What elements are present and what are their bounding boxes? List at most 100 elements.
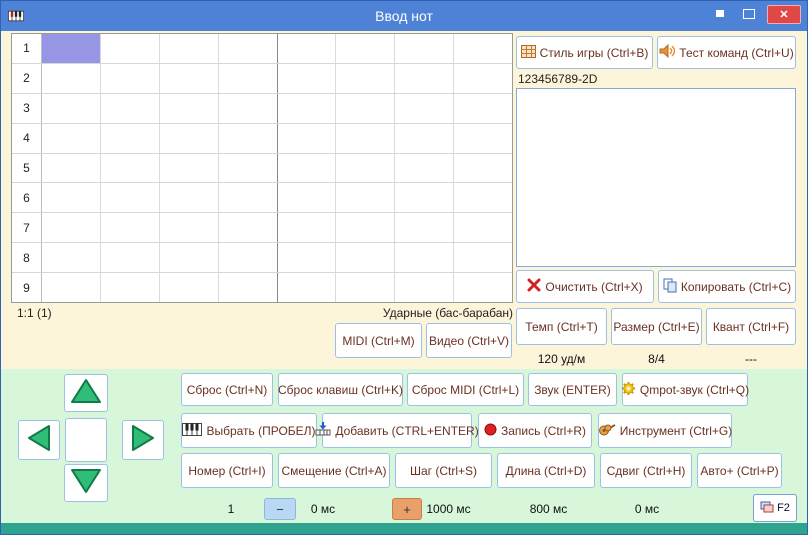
midi-button[interactable]: MIDI (Ctrl+M) — [335, 323, 422, 358]
reset-button[interactable]: Сброс (Ctrl+N) — [181, 373, 273, 406]
grid-cell[interactable] — [336, 93, 396, 123]
number-button[interactable]: Номер (Ctrl+I) — [181, 453, 273, 488]
meter-button[interactable]: Размер (Ctrl+E) — [611, 308, 702, 345]
arrow-left-button[interactable] — [18, 420, 60, 460]
grid-cell[interactable] — [42, 183, 101, 213]
instrument-button[interactable]: Инструмент (Ctrl+G) — [598, 413, 732, 448]
grid-cell[interactable] — [160, 123, 219, 153]
grid-cell[interactable] — [395, 63, 455, 93]
grid-cell[interactable] — [160, 34, 219, 63]
copy-button[interactable]: Копировать (Ctrl+C) — [658, 270, 796, 303]
grid-cell[interactable] — [160, 183, 219, 213]
tempo-button[interactable]: Темп (Ctrl+T) — [516, 308, 607, 345]
offset-button[interactable]: Смещение (Ctrl+A) — [278, 453, 390, 488]
minimize-button[interactable] — [709, 5, 731, 22]
grid-cell[interactable] — [219, 34, 278, 63]
grid-cell[interactable] — [219, 93, 278, 123]
grid-cell[interactable] — [454, 273, 512, 302]
grid-cell[interactable] — [278, 34, 337, 63]
reset-keys-button[interactable]: Сброс клавиш (Ctrl+K) — [278, 373, 403, 406]
close-button[interactable]: ✕ — [767, 5, 801, 24]
grid-cell[interactable] — [219, 243, 278, 273]
grid-cell[interactable] — [219, 153, 278, 183]
grid-cell[interactable] — [101, 34, 160, 63]
grid-cell[interactable] — [395, 93, 455, 123]
plus-button[interactable]: + — [392, 498, 422, 520]
grid-cell[interactable] — [454, 213, 512, 242]
grid-cell[interactable] — [336, 123, 396, 153]
grid-cell[interactable] — [42, 34, 101, 63]
nav-center-box[interactable] — [65, 418, 107, 462]
grid-cell[interactable] — [42, 243, 101, 273]
shift-button[interactable]: Сдвиг (Ctrl+H) — [600, 453, 692, 488]
clear-button[interactable]: Очистить (Ctrl+X) — [516, 270, 654, 303]
qmpot-sound-button[interactable]: Qmpot-звук (Ctrl+Q) — [621, 373, 749, 406]
grid-cell[interactable] — [336, 63, 396, 93]
grid-cell[interactable] — [454, 124, 512, 153]
grid-cell[interactable] — [42, 153, 101, 183]
grid-cell[interactable] — [160, 273, 219, 303]
arrow-up-button[interactable] — [64, 374, 108, 412]
record-button[interactable]: Запись (Ctrl+R) — [478, 413, 592, 448]
grid-cell[interactable] — [278, 93, 337, 123]
grid-cell[interactable] — [395, 183, 455, 213]
length-button[interactable]: Длина (Ctrl+D) — [497, 453, 595, 488]
grid-cell[interactable] — [219, 183, 278, 213]
grid-cell[interactable] — [278, 243, 337, 273]
grid-cell[interactable] — [278, 183, 337, 213]
grid-cell[interactable] — [395, 123, 455, 153]
grid-cell[interactable] — [395, 273, 455, 303]
grid-cell[interactable] — [219, 213, 278, 243]
grid-cell[interactable] — [219, 273, 278, 303]
grid-cell[interactable] — [101, 273, 160, 303]
quant-button[interactable]: Квант (Ctrl+F) — [706, 308, 796, 345]
video-button[interactable]: Видео (Ctrl+V) — [426, 323, 512, 358]
grid-cell[interactable] — [395, 34, 455, 63]
grid-cell[interactable] — [454, 64, 512, 93]
maximize-button[interactable] — [737, 5, 761, 22]
grid-cell[interactable] — [395, 243, 455, 273]
command-output-area[interactable] — [516, 88, 796, 267]
grid-cell[interactable] — [336, 273, 396, 303]
grid-cell[interactable] — [336, 183, 396, 213]
grid-cell[interactable] — [42, 213, 101, 243]
grid-cell[interactable] — [336, 243, 396, 273]
grid-cell[interactable] — [278, 273, 337, 303]
grid-cell[interactable] — [454, 183, 512, 212]
grid-cell[interactable] — [395, 213, 455, 243]
add-button[interactable]: Добавить (CTRL+ENTER) — [315, 413, 479, 448]
arrow-right-button[interactable] — [122, 420, 164, 460]
minus-button[interactable]: − — [264, 498, 296, 520]
grid-cell[interactable] — [336, 34, 396, 63]
grid-cell[interactable] — [278, 213, 337, 243]
grid-cell[interactable] — [42, 273, 101, 303]
grid-cell[interactable] — [454, 34, 512, 63]
grid-cell[interactable] — [160, 213, 219, 243]
grid-cell[interactable] — [42, 93, 101, 123]
grid-cell[interactable] — [101, 123, 160, 153]
grid-cell[interactable] — [160, 153, 219, 183]
grid-cell[interactable] — [160, 93, 219, 123]
note-grid[interactable]: 123456789 — [11, 33, 513, 303]
grid-cell[interactable] — [454, 154, 512, 183]
grid-cell[interactable] — [395, 153, 455, 183]
grid-cell[interactable] — [160, 243, 219, 273]
grid-cell[interactable] — [42, 123, 101, 153]
step-button[interactable]: Шаг (Ctrl+S) — [395, 453, 492, 488]
grid-cell[interactable] — [160, 63, 219, 93]
sound-button[interactable]: Звук (ENTER) — [528, 373, 617, 406]
grid-cell[interactable] — [278, 123, 337, 153]
grid-cell[interactable] — [336, 153, 396, 183]
select-button[interactable]: Выбрать (ПРОБЕЛ) — [181, 413, 317, 448]
grid-cell[interactable] — [101, 153, 160, 183]
grid-cell[interactable] — [101, 183, 160, 213]
auto-plus-button[interactable]: Авто+ (Ctrl+P) — [697, 453, 782, 488]
grid-cell[interactable] — [336, 213, 396, 243]
grid-cell[interactable] — [101, 93, 160, 123]
play-style-button[interactable]: Стиль игры (Ctrl+B) — [516, 36, 653, 69]
f2-indicator[interactable]: F2 — [753, 494, 797, 522]
grid-cell[interactable] — [454, 243, 512, 272]
grid-cell[interactable] — [219, 63, 278, 93]
grid-cell[interactable] — [42, 63, 101, 93]
reset-midi-button[interactable]: Сброс MIDI (Ctrl+L) — [407, 373, 524, 406]
